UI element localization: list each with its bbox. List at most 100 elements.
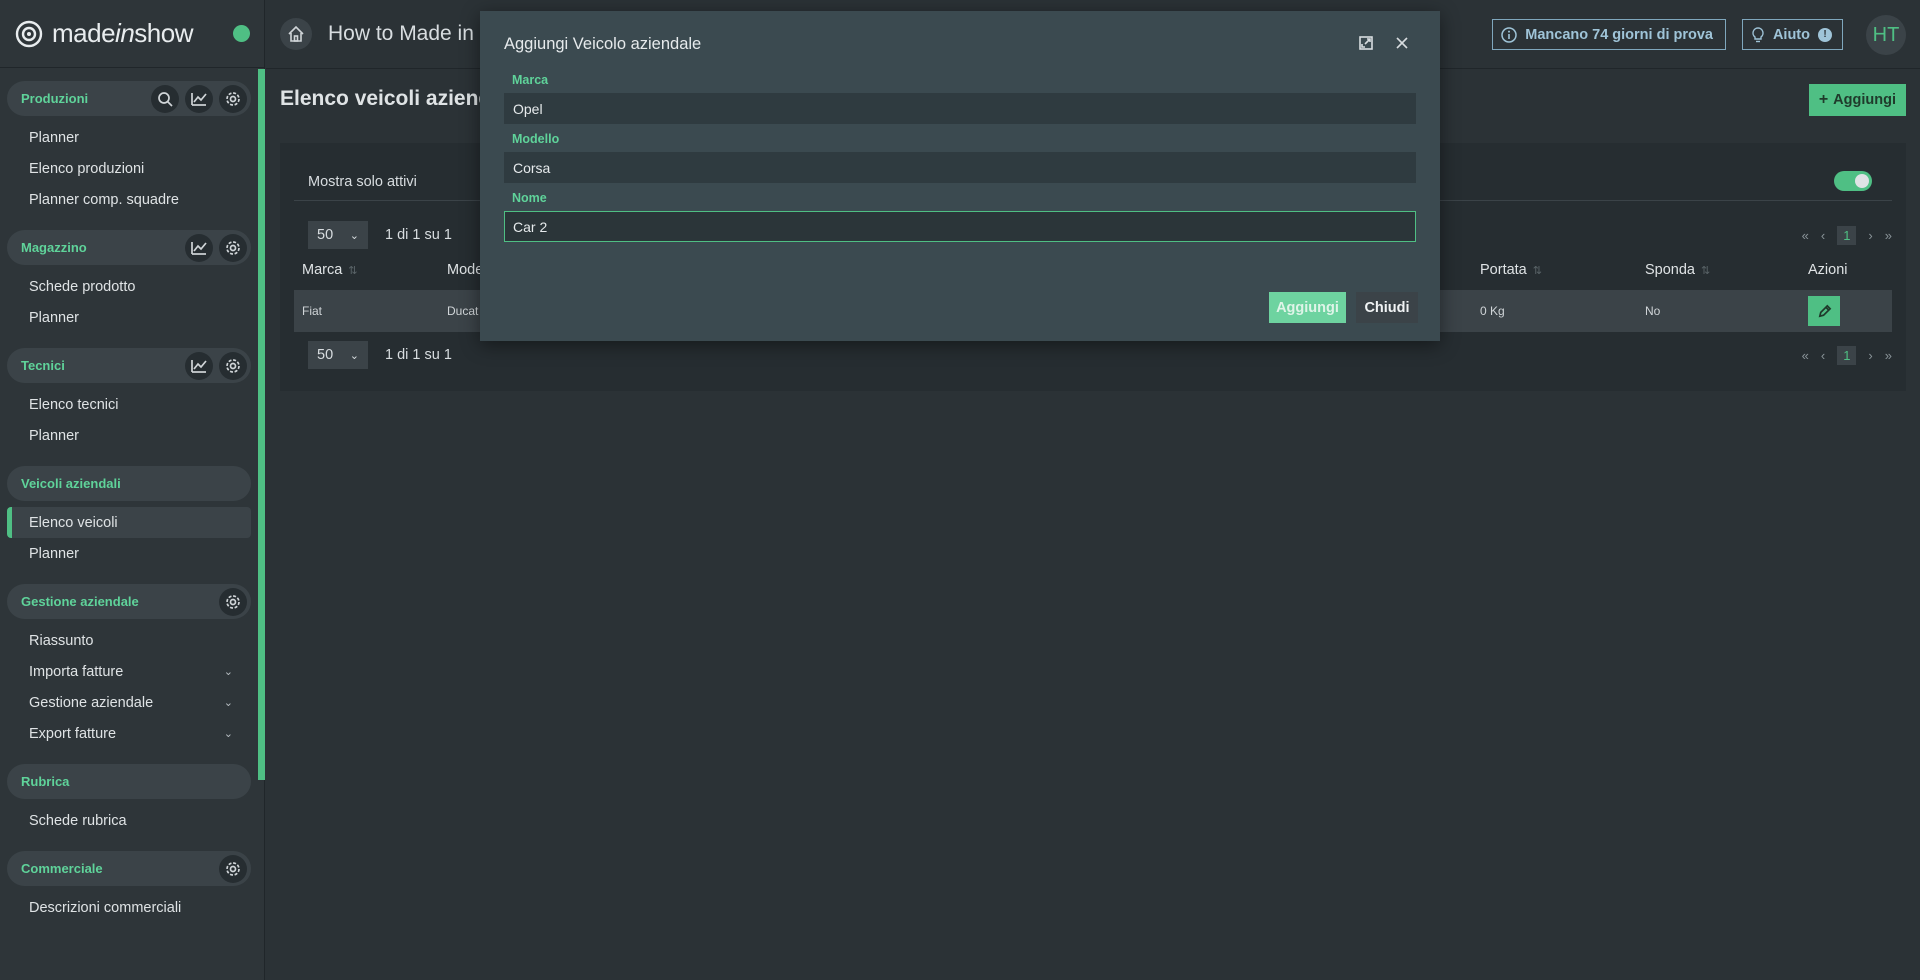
section-title: Commerciale: [21, 861, 103, 876]
section-header-produzioni[interactable]: Produzioni: [7, 81, 251, 116]
marca-label: Marca: [512, 73, 549, 87]
prev-page-icon[interactable]: ‹: [1821, 348, 1825, 363]
section-rubrica: Rubrica Schede rubrica: [7, 764, 251, 836]
search-icon[interactable]: [151, 84, 179, 113]
nome-field[interactable]: [504, 211, 1416, 242]
column-header-marca[interactable]: Marca ⇅: [302, 262, 358, 278]
section-header-magazzino[interactable]: Magazzino: [7, 230, 251, 265]
pager: « ‹ 1 › »: [1802, 225, 1892, 245]
sidebar-item-gestione-aziendale[interactable]: Gestione aziendale ⌄: [7, 687, 251, 718]
close-icon[interactable]: [1392, 33, 1412, 53]
cell-portata: 0 Kg: [1480, 304, 1505, 318]
chart-icon[interactable]: [185, 233, 213, 262]
section-gestione-aziendale: Gestione aziendale Riassunto Importa fat…: [7, 584, 251, 749]
sidebar-item-descrizioni-commerciali[interactable]: Descrizioni commerciali: [7, 892, 251, 923]
add-vehicle-button[interactable]: + Aggiungi: [1808, 84, 1906, 116]
prev-page-icon[interactable]: ‹: [1821, 228, 1825, 243]
section-veicoli-aziendali: Veicoli aziendali Elenco veicoli Planner: [7, 466, 251, 569]
modello-label: Modello: [512, 132, 560, 146]
section-header-tecnici[interactable]: Tecnici: [7, 348, 251, 383]
app-title: How to Made in S: [328, 22, 494, 45]
gear-icon[interactable]: [219, 587, 247, 616]
sidebar-item-planner[interactable]: Planner: [7, 420, 251, 451]
sidebar-item-label: Importa fatture: [29, 663, 124, 680]
chevron-down-icon: ⌄: [349, 349, 359, 362]
chevron-down-icon: ⌄: [349, 229, 359, 242]
modal-add-button[interactable]: Aggiungi: [1269, 292, 1346, 323]
nome-label: Nome: [512, 191, 547, 205]
online-status-dot: [233, 25, 250, 42]
plus-icon: +: [1818, 91, 1829, 108]
per-page-select[interactable]: 50 ⌄: [308, 221, 368, 249]
pager: « ‹ 1 › »: [1802, 345, 1892, 365]
column-header-portata[interactable]: Portata ⇅: [1480, 262, 1542, 278]
home-icon[interactable]: [280, 18, 312, 50]
trial-badge[interactable]: Mancano 74 giorni di prova: [1492, 19, 1726, 50]
modello-field[interactable]: [504, 152, 1416, 183]
sidebar-item-planner-comp-squadre[interactable]: Planner comp. squadre: [7, 184, 251, 215]
section-header-veicoli-aziendali[interactable]: Veicoli aziendali: [7, 466, 251, 501]
section-header-gestione-aziendale[interactable]: Gestione aziendale: [7, 584, 251, 619]
pagination-bottom: 50 ⌄ 1 di 1 su 1 « ‹ 1 › »: [308, 340, 1892, 370]
page-number[interactable]: 1: [1837, 225, 1857, 245]
next-page-icon[interactable]: ›: [1868, 348, 1872, 363]
trial-text: Mancano 74 giorni di prova: [1525, 26, 1713, 43]
column-header-modello[interactable]: Mode: [447, 262, 483, 278]
column-label: Sponda: [1645, 262, 1695, 278]
section-header-commerciale[interactable]: Commerciale: [7, 851, 251, 886]
sidebar-item-schede-prodotto[interactable]: Schede prodotto: [7, 271, 251, 302]
filter-label: Mostra solo attivi: [308, 173, 417, 190]
chart-icon[interactable]: [185, 351, 213, 380]
edit-button[interactable]: [1808, 296, 1840, 326]
logo-icon: [15, 20, 43, 47]
expand-icon[interactable]: [1356, 33, 1376, 53]
section-title: Magazzino: [21, 240, 87, 255]
cell-sponda: No: [1645, 304, 1661, 318]
chevron-down-icon[interactable]: ⌄: [224, 665, 233, 678]
sidebar-item-label: Export fatture: [29, 725, 117, 742]
section-produzioni: Produzioni Planner Elenco produzioni Pla…: [7, 81, 251, 215]
sort-icon: ⇅: [348, 265, 358, 277]
add-vehicle-modal: Aggiungi Veicolo aziendale Marca Modello…: [480, 11, 1440, 341]
chart-icon[interactable]: [185, 84, 213, 113]
chevron-down-icon[interactable]: ⌄: [224, 727, 233, 740]
marca-field[interactable]: [504, 93, 1416, 124]
sidebar-item-elenco-veicoli[interactable]: Elenco veicoli: [7, 507, 251, 538]
next-page-icon[interactable]: ›: [1868, 228, 1872, 243]
section-title: Produzioni: [21, 91, 89, 106]
per-page-select[interactable]: 50 ⌄: [308, 341, 368, 369]
page-number[interactable]: 1: [1837, 345, 1857, 365]
active-only-toggle[interactable]: [1834, 171, 1872, 191]
gear-icon[interactable]: [219, 233, 247, 262]
first-page-icon[interactable]: «: [1802, 228, 1809, 243]
section-tecnici: Tecnici Elenco tecnici Planner: [7, 348, 251, 451]
chevron-down-icon[interactable]: ⌄: [224, 696, 233, 709]
pencil-icon: [1818, 304, 1831, 317]
last-page-icon[interactable]: »: [1885, 348, 1892, 363]
section-header-rubrica[interactable]: Rubrica: [7, 764, 251, 799]
avatar[interactable]: HT: [1866, 15, 1906, 55]
sidebar-item-planner[interactable]: Planner: [7, 302, 251, 333]
help-button[interactable]: Aiuto !: [1741, 19, 1843, 50]
scrollbar[interactable]: [258, 69, 265, 780]
lightbulb-icon: [1752, 26, 1764, 42]
sidebar-item-export-fatture[interactable]: Export fatture ⌄: [7, 718, 251, 749]
sidebar-item-planner[interactable]: Planner: [7, 122, 251, 153]
sidebar-item-planner[interactable]: Planner: [7, 538, 251, 569]
per-page-value: 50: [317, 227, 334, 243]
modal-close-button[interactable]: Chiudi: [1356, 292, 1418, 323]
sidebar-item-importa-fatture[interactable]: Importa fatture ⌄: [7, 656, 251, 687]
gear-icon[interactable]: [219, 854, 247, 883]
column-header-sponda[interactable]: Sponda ⇅: [1645, 262, 1710, 278]
gear-icon[interactable]: [219, 351, 247, 380]
last-page-icon[interactable]: »: [1885, 228, 1892, 243]
sidebar-item-schede-rubrica[interactable]: Schede rubrica: [7, 805, 251, 836]
sidebar-item-elenco-produzioni[interactable]: Elenco produzioni: [7, 153, 251, 184]
sidebar-item-elenco-tecnici[interactable]: Elenco tecnici: [7, 389, 251, 420]
cell-modello: Ducat: [447, 304, 479, 318]
sidebar-item-riassunto[interactable]: Riassunto: [7, 625, 251, 656]
sidebar-item-label: Gestione aziendale: [29, 694, 154, 711]
sidebar: madeinshow Produzioni Planner Elenco pro…: [0, 0, 265, 980]
gear-icon[interactable]: [219, 84, 247, 113]
first-page-icon[interactable]: «: [1802, 348, 1809, 363]
